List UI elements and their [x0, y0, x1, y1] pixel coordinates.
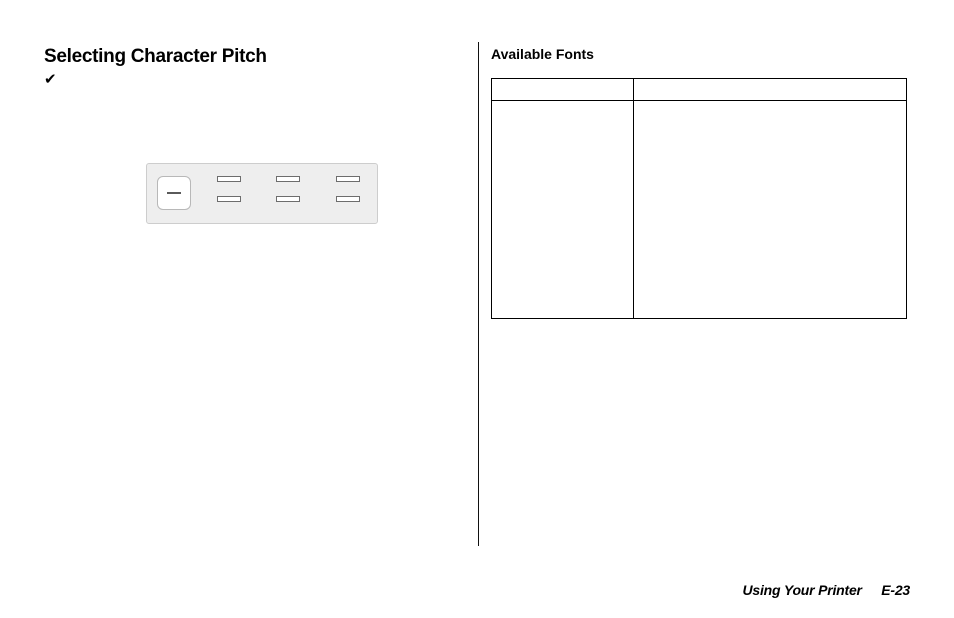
page-footer: Using Your Printer E-23 [743, 582, 911, 598]
table-cell [492, 101, 634, 319]
table-row [492, 101, 907, 319]
table-header-row [492, 79, 907, 101]
available-fonts-table [491, 78, 907, 319]
panel-led [276, 176, 300, 182]
checkmark-icon: ✔ [44, 72, 444, 87]
table-header-cell [633, 79, 906, 101]
column-divider [478, 42, 479, 546]
panel-led [336, 176, 360, 182]
left-column: Selecting Character Pitch ✔ [44, 46, 444, 87]
table-header-cell [492, 79, 634, 101]
right-column: Available Fonts [491, 46, 911, 319]
panel-led [336, 196, 360, 202]
page: Selecting Character Pitch ✔ Available Fo… [0, 0, 954, 618]
panel-led [217, 176, 241, 182]
footer-page-number: E-23 [881, 582, 910, 598]
panel-led-grid [217, 176, 367, 202]
section-heading: Selecting Character Pitch [44, 46, 444, 68]
panel-led [276, 196, 300, 202]
subsection-heading: Available Fonts [491, 46, 911, 62]
table-cell [633, 101, 906, 319]
footer-title: Using Your Printer [743, 582, 862, 598]
panel-led [217, 196, 241, 202]
panel-button-icon [157, 176, 191, 210]
printer-control-panel [146, 163, 378, 224]
